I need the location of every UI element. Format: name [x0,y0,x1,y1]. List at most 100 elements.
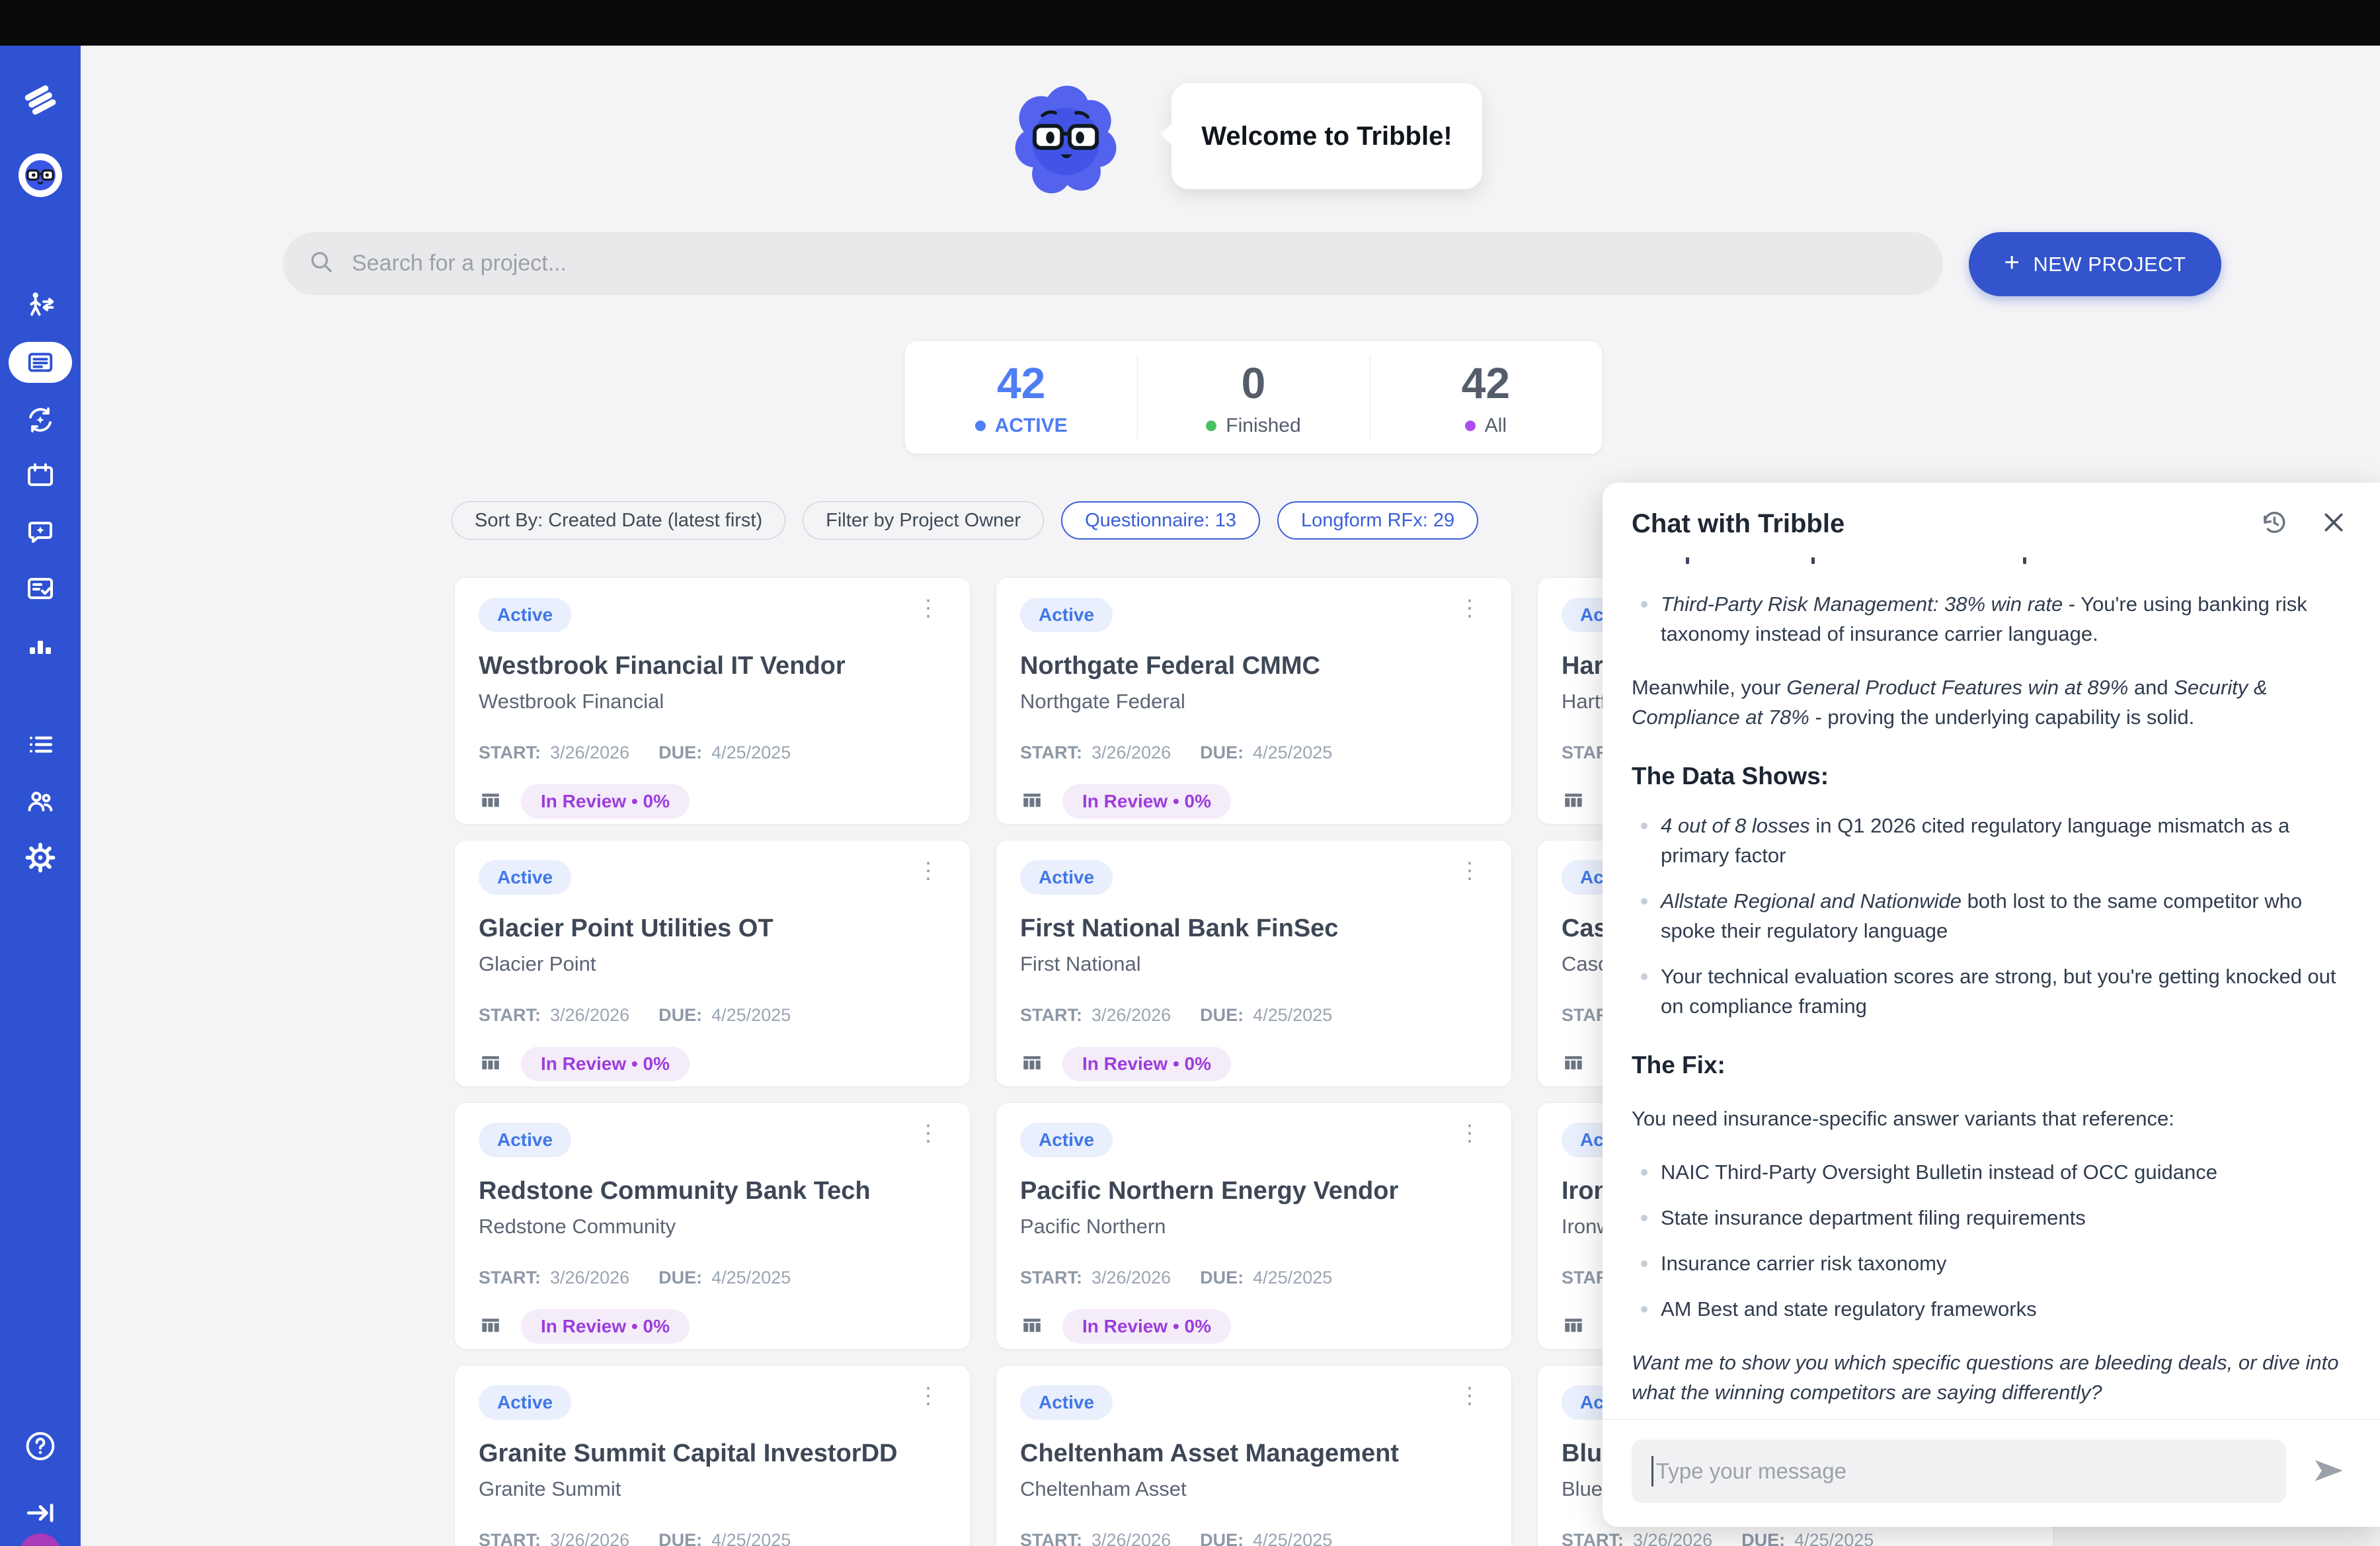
project-card[interactable]: Active ⋮ Redstone Community Bank Tech Re… [454,1102,971,1350]
search-input[interactable] [352,251,1918,276]
start-label: START: [479,743,541,763]
project-stats-card: 42 ACTIVE 0 Finished 42 All [904,341,1603,454]
stat-finished[interactable]: 0 Finished [1137,341,1369,454]
stat-all[interactable]: 42 All [1370,341,1602,454]
due-value: 4/25/2025 [711,1530,791,1546]
close-icon[interactable] [2320,509,2347,539]
project-company: First National [1020,952,1488,976]
bullet-dot [1641,601,1647,608]
project-dates: START:3/26/2026 DUE:4/25/2025 [1020,743,1488,763]
tribble-avatar-icon[interactable] [17,151,64,199]
filter-chips: Sort By: Created Date (latest first) Fil… [452,501,1478,540]
chat-message-body[interactable]: Third-Party Risk Management: 38% win rat… [1603,553,2380,1419]
due-value: 4/25/2025 [1794,1530,1874,1546]
status-badge: Active [479,1385,571,1420]
sort-by-chip[interactable]: Sort By: Created Date (latest first) [452,501,785,540]
project-card[interactable]: Active ⋮ Granite Summit Capital Investor… [454,1365,971,1546]
project-dates: START:3/26/2026 DUE:4/25/2025 [1020,1530,1488,1546]
project-card[interactable]: Active ⋮ First National Bank FinSec Firs… [996,840,1512,1087]
start-label: START: [1020,1268,1082,1288]
due-value: 4/25/2025 [1253,1530,1332,1546]
kebab-menu-icon[interactable]: ⋮ [1452,860,1488,881]
kebab-menu-icon[interactable]: ⋮ [1452,598,1488,619]
kebab-menu-icon[interactable]: ⋮ [910,1385,946,1406]
kebab-menu-icon[interactable]: ⋮ [910,598,946,619]
project-card[interactable]: Active ⋮ Northgate Federal CMMC Northgat… [996,577,1512,825]
status-badge: Active [1020,860,1113,895]
gear-icon[interactable] [24,841,57,874]
status-badge: Active [1020,598,1113,632]
chat-bullet-item: Your technical evaluation scores are str… [1632,961,2347,1021]
chat-bullet-item: Allstate Regional and Nationwide both lo… [1632,886,2347,946]
chat-section-heading: The Data Shows: [1632,761,2347,791]
history-icon[interactable] [2260,508,2289,540]
send-button[interactable] [2306,1448,2351,1495]
project-card[interactable]: Active ⋮ Pacific Northern Energy Vendor … [996,1102,1512,1350]
stat-active[interactable]: 42 ACTIVE [905,341,1137,454]
chat-panel: Chat with Tribble Third-Party Risk Manag… [1603,483,2380,1527]
review-badge: In Review • 0% [521,1047,690,1081]
chat-sparkle-icon[interactable] [24,516,56,548]
status-badge: Active [479,1123,571,1157]
chat-bullet-item: Insurance carrier risk taxonomy [1632,1248,2347,1278]
chat-section-heading: The Fix: [1632,1050,2347,1080]
table-icon [1562,1051,1585,1078]
due-label: DUE: [1200,1005,1244,1026]
start-value: 3/26/2026 [1091,1268,1171,1288]
kebab-menu-icon[interactable]: ⋮ [1452,1385,1488,1406]
due-label: DUE: [1200,743,1244,763]
sign-out-icon[interactable] [24,1496,57,1529]
project-title: Pacific Northern Energy Vendor [1020,1177,1488,1205]
list-icon[interactable] [24,729,56,760]
help-icon[interactable] [24,1430,57,1463]
chat-input-box[interactable] [1632,1440,2286,1503]
calendar-icon[interactable] [24,460,56,491]
kebab-menu-icon[interactable]: ⋮ [910,1123,946,1144]
status-badge: Active [479,598,571,632]
walker-handoff-icon[interactable] [24,289,57,322]
status-badge: Active [479,860,571,895]
kebab-menu-icon[interactable]: ⋮ [910,860,946,881]
due-label: DUE: [1200,1530,1244,1546]
questionnaire-chip[interactable]: Questionnaire: 13 [1061,501,1260,540]
sidebar-item-projects[interactable] [9,342,72,383]
project-card[interactable]: Active ⋮ Cheltenham Asset Management Che… [996,1365,1512,1546]
review-badge: In Review • 0% [521,1309,690,1344]
bullet-dot [1641,1306,1647,1313]
project-title: Glacier Point Utilities OT [479,915,946,943]
filter-owner-chip[interactable]: Filter by Project Owner [803,501,1044,540]
project-title: Westbrook Financial IT Vendor [479,652,946,680]
project-dates: START:3/26/2026 DUE:4/25/2025 [1020,1005,1488,1026]
bullet-dot [1641,1215,1647,1221]
bullet-dot [1641,898,1647,905]
start-value: 3/26/2026 [550,1005,629,1026]
review-badge: In Review • 0% [1062,784,1231,819]
tribble-logo-icon[interactable] [23,83,58,117]
project-company: Westbrook Financial [479,690,946,713]
people-icon[interactable] [24,786,56,817]
project-company: Cheltenham Asset [1020,1477,1488,1501]
status-badge: Active [1020,1123,1113,1157]
clipped-scrolled-text [1632,557,2347,572]
project-dates: START:3/26/2026 DUE:4/25/2025 [479,1005,946,1026]
checklist-icon[interactable] [24,573,56,604]
sync-sparkle-icon[interactable] [24,404,56,436]
chat-title: Chat with Tribble [1632,509,1844,539]
chat-paragraph: You need insurance-specific answer varia… [1632,1104,2347,1133]
chat-message-input[interactable] [1656,1459,2266,1484]
project-card[interactable]: Active ⋮ Westbrook Financial IT Vendor W… [454,577,971,825]
text-cursor [1651,1456,1653,1486]
new-project-button[interactable]: + NEW PROJECT [1969,232,2221,296]
due-value: 4/25/2025 [1253,743,1332,763]
project-card[interactable]: Active ⋮ Glacier Point Utilities OT Glac… [454,840,971,1087]
project-company: Redstone Community [479,1215,946,1239]
review-badge: In Review • 0% [1062,1047,1231,1081]
longform-rfx-chip[interactable]: Longform RFx: 29 [1277,501,1478,540]
project-dates: START:3/26/2026 DUE:4/25/2025 [479,743,946,763]
kebab-menu-icon[interactable]: ⋮ [1452,1123,1488,1144]
project-company: Northgate Federal [1020,690,1488,713]
user-avatar[interactable]: TK [19,1533,61,1546]
bar-chart-icon[interactable] [24,630,56,661]
project-search[interactable] [283,232,1943,295]
due-value: 4/25/2025 [711,1268,791,1288]
